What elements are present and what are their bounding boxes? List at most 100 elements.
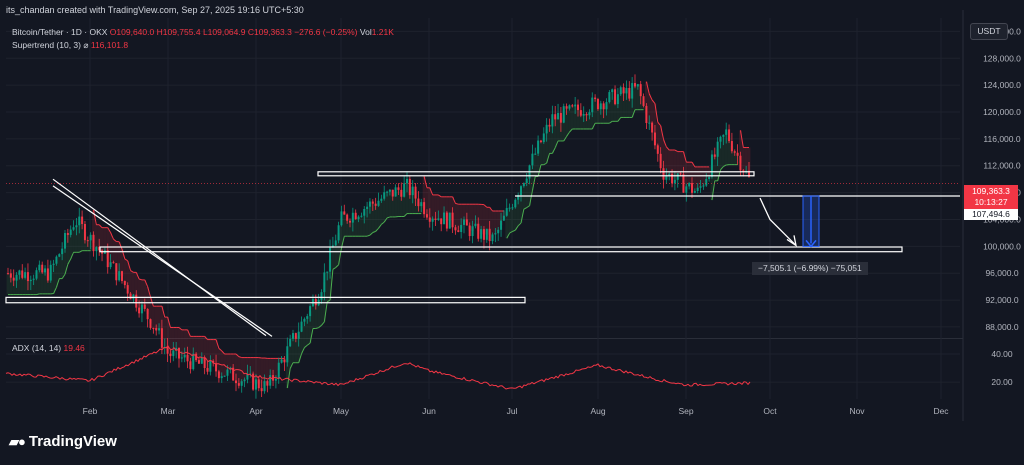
candle-body bbox=[631, 83, 634, 99]
candle-body bbox=[371, 201, 374, 204]
candle-body bbox=[545, 124, 548, 134]
supertrend-fill bbox=[379, 199, 383, 225]
adx-tick-label: 20.00 bbox=[991, 377, 1013, 387]
open-value: O109,640.0 bbox=[109, 27, 155, 37]
candle-body bbox=[451, 212, 454, 228]
candle-body bbox=[599, 103, 602, 110]
candle-body bbox=[659, 153, 662, 169]
adx-value: 19.46 bbox=[63, 343, 85, 353]
candle-body bbox=[420, 202, 423, 207]
currency-button[interactable]: USDT bbox=[970, 23, 1008, 40]
price-chart[interactable]: 132,000.0128,000.0124,000.0120,000.0116,… bbox=[0, 0, 1024, 424]
close-value: C109,363.3 bbox=[247, 27, 292, 37]
candle-body bbox=[152, 327, 155, 329]
candle-body bbox=[75, 225, 78, 228]
candle-body bbox=[653, 132, 656, 146]
candle-body bbox=[146, 308, 149, 320]
candle-body bbox=[417, 198, 420, 207]
candle-body bbox=[625, 87, 628, 94]
candle-body bbox=[138, 307, 141, 314]
candle-body bbox=[169, 353, 172, 357]
supertrend-value: 116,101.8 bbox=[90, 40, 129, 50]
candle-body bbox=[665, 176, 668, 180]
candle-body bbox=[220, 376, 223, 379]
time-tick-label: Sep bbox=[678, 406, 693, 416]
candle-body bbox=[206, 368, 209, 372]
supertrend-fill bbox=[211, 339, 215, 363]
candle-body bbox=[180, 357, 183, 359]
time-tick-label: Oct bbox=[763, 406, 777, 416]
candle-body bbox=[343, 211, 346, 215]
adx-legend[interactable]: ADX (14, 14) 19.46 bbox=[12, 343, 85, 353]
candle-body bbox=[95, 247, 98, 252]
candle-body bbox=[118, 271, 121, 281]
candle-body bbox=[611, 89, 614, 93]
candle-body bbox=[705, 179, 708, 186]
candle-body bbox=[642, 96, 645, 106]
candle-body bbox=[89, 234, 92, 241]
candle-body bbox=[155, 328, 158, 331]
supertrend-fill bbox=[568, 106, 571, 133]
candle-body bbox=[445, 212, 448, 229]
candle-body bbox=[52, 263, 55, 265]
candle-body bbox=[297, 331, 300, 339]
candle-body bbox=[454, 227, 457, 231]
candle-body bbox=[628, 87, 631, 99]
candle-body bbox=[121, 271, 123, 282]
candle-body bbox=[83, 223, 86, 241]
candle-body bbox=[183, 355, 186, 358]
supertrend-fill bbox=[72, 228, 75, 253]
tradingview-brand[interactable]: ▰● TradingView bbox=[9, 433, 117, 450]
candle-body bbox=[383, 192, 386, 199]
symbol-name[interactable]: Bitcoin/Tether · 1D · OKX bbox=[12, 27, 107, 37]
supertrend-fill bbox=[243, 357, 246, 381]
supertrend-fill bbox=[151, 306, 155, 328]
supertrend-fill bbox=[679, 151, 683, 174]
candle-body bbox=[574, 104, 577, 107]
candle-body bbox=[286, 346, 289, 363]
supertrend-zones bbox=[6, 81, 751, 390]
candle-body bbox=[24, 272, 27, 278]
supertrend-legend[interactable]: Supertrend (10, 3) ⌀ 116,101.8 bbox=[12, 40, 128, 51]
candle-body bbox=[292, 333, 294, 339]
candle-body bbox=[388, 189, 391, 192]
support-resistance-zone bbox=[5, 296, 526, 304]
candle-body bbox=[537, 140, 540, 154]
candle-body bbox=[482, 229, 485, 240]
time-tick-label: Apr bbox=[249, 406, 262, 416]
candle-body bbox=[505, 208, 508, 216]
candle-body bbox=[739, 155, 742, 171]
time-axis[interactable]: Feb Mar Apr May Jun Jul Aug Sep Oct Nov Dec bbox=[83, 406, 950, 416]
candle-body bbox=[511, 207, 514, 209]
support-resistance-zone bbox=[317, 171, 755, 177]
candle-body bbox=[391, 189, 394, 197]
supertrend-fill bbox=[556, 116, 560, 141]
candle-body bbox=[86, 240, 89, 242]
candle-body bbox=[112, 262, 115, 264]
time-tick-label: Nov bbox=[849, 406, 865, 416]
candle-body bbox=[15, 274, 18, 281]
candle-body bbox=[534, 153, 537, 155]
bar-countdown: 10:13:27 bbox=[974, 197, 1008, 207]
candle-body bbox=[55, 256, 58, 264]
supertrend-fill bbox=[439, 196, 443, 222]
candle-body bbox=[274, 378, 277, 381]
candle-body bbox=[608, 92, 611, 103]
supertrend-line bbox=[36, 293, 40, 296]
candle-body bbox=[386, 191, 389, 193]
candle-body bbox=[192, 353, 195, 370]
candle-body bbox=[585, 113, 588, 116]
candle-body bbox=[588, 112, 591, 116]
candle-body bbox=[577, 104, 579, 111]
candle-body bbox=[209, 360, 212, 372]
candle-body bbox=[408, 178, 411, 196]
supertrend-label: Supertrend (10, 3) bbox=[12, 40, 81, 50]
candle-body bbox=[35, 270, 38, 279]
tradingview-logo-icon: ▰● bbox=[9, 433, 26, 449]
candle-body bbox=[363, 208, 366, 216]
time-tick-label: Aug bbox=[590, 406, 605, 416]
candle-body bbox=[46, 268, 49, 281]
time-tick-label: Dec bbox=[933, 406, 949, 416]
candle-body bbox=[616, 94, 619, 105]
candle-body bbox=[497, 229, 500, 234]
